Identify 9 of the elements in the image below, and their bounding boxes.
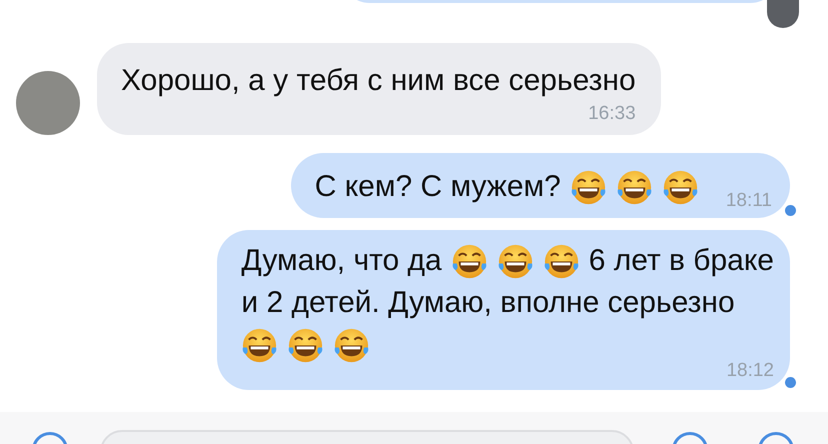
message-text: Думаю, что да [241,244,442,278]
message-text: и 2 детей. Думаю, вполне серьезно [241,286,735,320]
message-time: 18:12 [725,360,774,382]
message-time: 16:33 [587,103,636,125]
message-time: 18:11 [726,190,772,212]
avatar [767,0,799,28]
message-text: С кем? С мужем? [314,170,561,204]
message-text: 6 лет в браке [588,244,774,278]
message-text: Хорошо, а у тебя с ним все серьезно [121,64,636,98]
